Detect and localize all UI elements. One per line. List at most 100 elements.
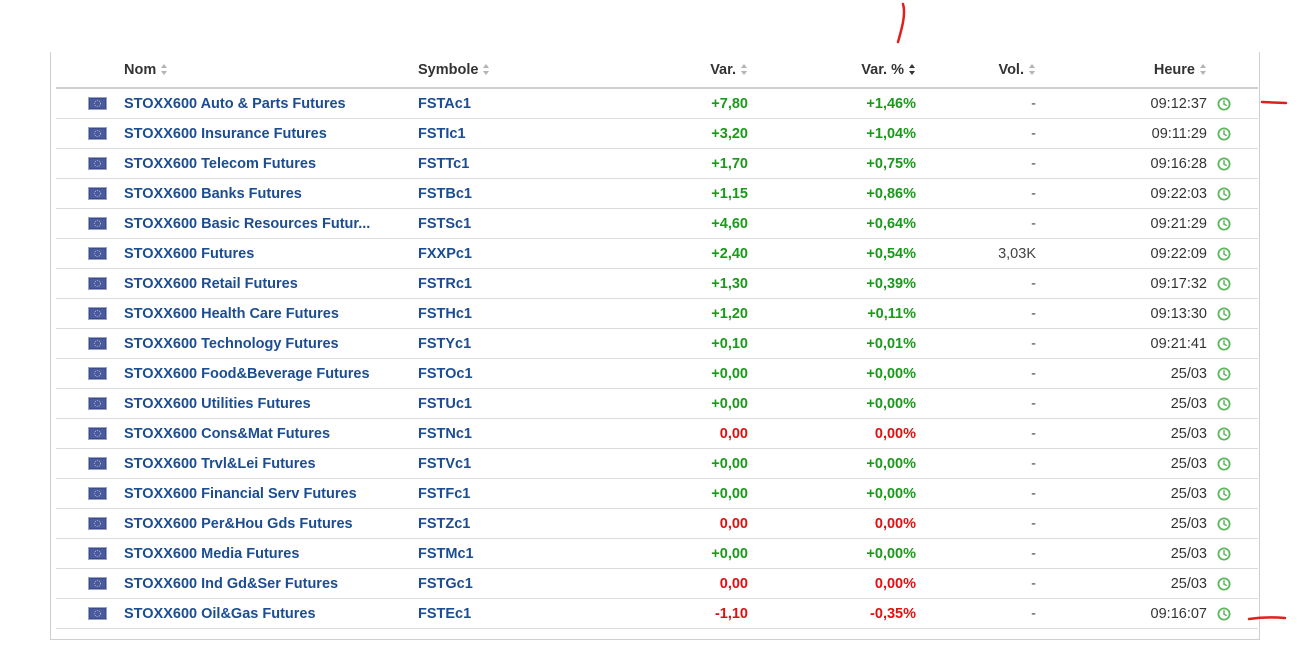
instrument-symbol-link[interactable]: FSTRc1: [418, 269, 538, 298]
table-row[interactable]: STOXX600 Utilities Futures FSTUc1 +0,00 …: [56, 389, 1258, 419]
instrument-name-link[interactable]: STOXX600 Insurance Futures: [124, 119, 389, 148]
instrument-symbol[interactable]: FSTBc1: [418, 186, 472, 202]
instrument-name[interactable]: STOXX600 Media Futures: [124, 546, 299, 562]
instrument-symbol-link[interactable]: FSTEc1: [418, 599, 538, 628]
instrument-symbol[interactable]: FSTZc1: [418, 516, 470, 532]
instrument-name-link[interactable]: STOXX600 Technology Futures: [124, 329, 389, 358]
instrument-name-link[interactable]: STOXX600 Futures: [124, 239, 389, 268]
instrument-symbol-link[interactable]: FSTYc1: [418, 329, 538, 358]
table-row[interactable]: STOXX600 Basic Resources Futur... FSTSc1…: [56, 209, 1258, 239]
instrument-name[interactable]: STOXX600 Per&Hou Gds Futures: [124, 516, 353, 532]
instrument-name[interactable]: STOXX600 Basic Resources Futur...: [124, 216, 370, 232]
instrument-symbol-link[interactable]: FSTNc1: [418, 419, 538, 448]
instrument-symbol[interactable]: FSTIc1: [418, 126, 466, 142]
table-row[interactable]: STOXX600 Trvl&Lei Futures FSTVc1 +0,00 +…: [56, 449, 1258, 479]
clock-icon[interactable]: [1217, 487, 1231, 501]
instrument-name-link[interactable]: STOXX600 Basic Resources Futur...: [124, 209, 389, 238]
instrument-symbol-link[interactable]: FSTSc1: [418, 209, 538, 238]
instrument-name[interactable]: STOXX600 Ind Gd&Ser Futures: [124, 576, 338, 592]
instrument-name-link[interactable]: STOXX600 Trvl&Lei Futures: [124, 449, 389, 478]
instrument-symbol[interactable]: FSTUc1: [418, 396, 472, 412]
clock-icon[interactable]: [1217, 127, 1231, 141]
sort-arrows-icon[interactable]: [1029, 64, 1036, 75]
table-row[interactable]: STOXX600 Retail Futures FSTRc1 +1,30 +0,…: [56, 269, 1258, 299]
clock-icon[interactable]: [1217, 517, 1231, 531]
clock-icon[interactable]: [1217, 247, 1231, 261]
instrument-symbol[interactable]: FSTAc1: [418, 96, 471, 112]
instrument-symbol-link[interactable]: FSTTc1: [418, 149, 538, 178]
clock-icon[interactable]: [1217, 187, 1231, 201]
instrument-name[interactable]: STOXX600 Health Care Futures: [124, 306, 339, 322]
table-row[interactable]: STOXX600 Auto & Parts Futures FSTAc1 +7,…: [56, 89, 1258, 119]
instrument-symbol[interactable]: FSTMc1: [418, 546, 474, 562]
instrument-name-link[interactable]: STOXX600 Auto & Parts Futures: [124, 89, 389, 118]
table-row[interactable]: STOXX600 Food&Beverage Futures FSTOc1 +0…: [56, 359, 1258, 389]
instrument-symbol-link[interactable]: FSTMc1: [418, 539, 538, 568]
sort-arrows-icon[interactable]: [161, 64, 168, 75]
clock-icon[interactable]: [1217, 307, 1231, 321]
instrument-name-link[interactable]: STOXX600 Oil&Gas Futures: [124, 599, 389, 628]
instrument-name-link[interactable]: STOXX600 Per&Hou Gds Futures: [124, 509, 389, 538]
clock-icon[interactable]: [1217, 457, 1231, 471]
instrument-name-link[interactable]: STOXX600 Ind Gd&Ser Futures: [124, 569, 389, 598]
instrument-symbol[interactable]: FSTSc1: [418, 216, 471, 232]
instrument-name[interactable]: STOXX600 Insurance Futures: [124, 126, 327, 142]
instrument-name[interactable]: STOXX600 Retail Futures: [124, 276, 298, 292]
table-row[interactable]: STOXX600 Media Futures FSTMc1 +0,00 +0,0…: [56, 539, 1258, 569]
clock-icon[interactable]: [1217, 337, 1231, 351]
sort-arrows-icon[interactable]: [1200, 64, 1207, 75]
instrument-name-link[interactable]: STOXX600 Telecom Futures: [124, 149, 389, 178]
column-header-vol[interactable]: Vol.: [936, 52, 1036, 87]
instrument-symbol-link[interactable]: FSTIc1: [418, 119, 538, 148]
table-row[interactable]: STOXX600 Futures FXXPc1 +2,40 +0,54% 3,0…: [56, 239, 1258, 269]
instrument-name[interactable]: STOXX600 Auto & Parts Futures: [124, 96, 346, 112]
instrument-name-link[interactable]: STOXX600 Cons&Mat Futures: [124, 419, 389, 448]
instrument-symbol-link[interactable]: FSTOc1: [418, 359, 538, 388]
instrument-symbol[interactable]: FSTNc1: [418, 426, 472, 442]
column-header-var[interactable]: Var.: [616, 52, 748, 87]
instrument-symbol[interactable]: FSTRc1: [418, 276, 472, 292]
instrument-symbol-link[interactable]: FSTVc1: [418, 449, 538, 478]
instrument-symbol-link[interactable]: FSTHc1: [418, 299, 538, 328]
table-row[interactable]: STOXX600 Technology Futures FSTYc1 +0,10…: [56, 329, 1258, 359]
column-header-name[interactable]: Nom: [124, 52, 389, 87]
instrument-symbol[interactable]: FSTEc1: [418, 606, 471, 622]
instrument-symbol-link[interactable]: FXXPc1: [418, 239, 538, 268]
clock-icon[interactable]: [1217, 157, 1231, 171]
column-header-symbol[interactable]: Symbole: [418, 52, 538, 87]
table-row[interactable]: STOXX600 Health Care Futures FSTHc1 +1,2…: [56, 299, 1258, 329]
table-row[interactable]: STOXX600 Telecom Futures FSTTc1 +1,70 +0…: [56, 149, 1258, 179]
instrument-name[interactable]: STOXX600 Cons&Mat Futures: [124, 426, 330, 442]
instrument-symbol-link[interactable]: FSTBc1: [418, 179, 538, 208]
instrument-symbol[interactable]: FSTGc1: [418, 576, 473, 592]
instrument-symbol[interactable]: FSTYc1: [418, 336, 471, 352]
instrument-name[interactable]: STOXX600 Technology Futures: [124, 336, 339, 352]
clock-icon[interactable]: [1217, 577, 1231, 591]
table-row[interactable]: STOXX600 Financial Serv Futures FSTFc1 +…: [56, 479, 1258, 509]
sort-arrows-icon[interactable]: [741, 64, 748, 75]
instrument-name-link[interactable]: STOXX600 Banks Futures: [124, 179, 389, 208]
instrument-name-link[interactable]: STOXX600 Utilities Futures: [124, 389, 389, 418]
instrument-name[interactable]: STOXX600 Financial Serv Futures: [124, 486, 357, 502]
instrument-symbol-link[interactable]: FSTUc1: [418, 389, 538, 418]
instrument-symbol-link[interactable]: FSTGc1: [418, 569, 538, 598]
instrument-name[interactable]: STOXX600 Utilities Futures: [124, 396, 311, 412]
clock-icon[interactable]: [1217, 97, 1231, 111]
instrument-name-link[interactable]: STOXX600 Media Futures: [124, 539, 389, 568]
instrument-symbol[interactable]: FSTHc1: [418, 306, 472, 322]
instrument-name-link[interactable]: STOXX600 Financial Serv Futures: [124, 479, 389, 508]
instrument-name-link[interactable]: STOXX600 Food&Beverage Futures: [124, 359, 389, 388]
instrument-symbol[interactable]: FXXPc1: [418, 246, 472, 262]
instrument-symbol[interactable]: FSTVc1: [418, 456, 471, 472]
clock-icon[interactable]: [1217, 397, 1231, 411]
table-row[interactable]: STOXX600 Ind Gd&Ser Futures FSTGc1 0,00 …: [56, 569, 1258, 599]
table-row[interactable]: STOXX600 Per&Hou Gds Futures FSTZc1 0,00…: [56, 509, 1258, 539]
column-header-time[interactable]: Heure: [1066, 52, 1207, 87]
instrument-symbol-link[interactable]: FSTZc1: [418, 509, 538, 538]
sort-arrows-icon[interactable]: [909, 64, 916, 75]
instrument-name[interactable]: STOXX600 Futures: [124, 246, 254, 262]
instrument-name[interactable]: STOXX600 Trvl&Lei Futures: [124, 456, 316, 472]
instrument-name[interactable]: STOXX600 Telecom Futures: [124, 156, 316, 172]
sort-arrows-icon[interactable]: [483, 64, 490, 75]
clock-icon[interactable]: [1217, 367, 1231, 381]
